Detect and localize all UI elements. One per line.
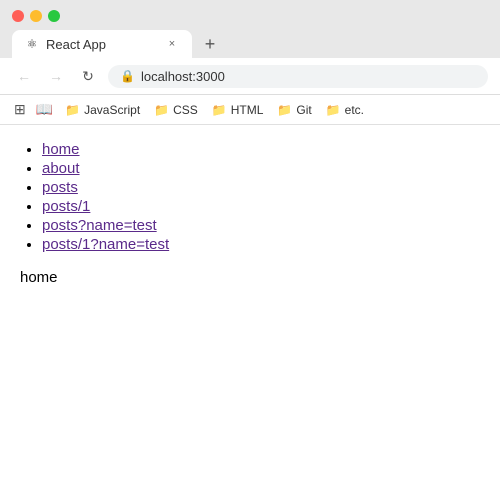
folder-icon: 📁 bbox=[277, 103, 292, 117]
tab-favicon: ⚛ bbox=[24, 36, 40, 52]
bookmark-label: Git bbox=[296, 103, 311, 117]
posts-1-link[interactable]: posts/1 bbox=[42, 198, 90, 215]
about-link[interactable]: about bbox=[42, 160, 80, 177]
bookmark-css[interactable]: 📁 CSS bbox=[148, 101, 204, 119]
active-tab[interactable]: ⚛ React App × bbox=[12, 30, 192, 58]
tab-close-button[interactable]: × bbox=[164, 36, 180, 52]
page-label: home bbox=[20, 269, 480, 286]
posts-query-link[interactable]: posts?name=test bbox=[42, 217, 157, 234]
tab-title: React App bbox=[46, 37, 158, 52]
reading-list-icon[interactable]: 📖 bbox=[32, 99, 57, 120]
lock-icon: 🔒 bbox=[120, 69, 135, 83]
bookmark-label: JavaScript bbox=[84, 103, 140, 117]
browser-window: ⚛ React App × + ← → ↻ 🔒 localhost:3000 ⊞… bbox=[0, 0, 500, 500]
back-button[interactable]: ← bbox=[12, 64, 36, 88]
title-bar: ⚛ React App × + bbox=[0, 0, 500, 58]
reload-button[interactable]: ↻ bbox=[76, 64, 100, 88]
address-bar[interactable]: 🔒 localhost:3000 bbox=[108, 65, 488, 88]
bookmark-git[interactable]: 📁 Git bbox=[271, 101, 317, 119]
bookmark-javascript[interactable]: 📁 JavaScript bbox=[59, 101, 146, 119]
minimize-button[interactable] bbox=[30, 10, 42, 22]
window-controls bbox=[12, 10, 488, 22]
address-text: localhost:3000 bbox=[141, 69, 225, 84]
bookmark-html[interactable]: 📁 HTML bbox=[206, 101, 270, 119]
maximize-button[interactable] bbox=[48, 10, 60, 22]
folder-icon: 📁 bbox=[326, 103, 341, 117]
home-link[interactable]: home bbox=[42, 141, 80, 158]
apps-icon[interactable]: ⊞ bbox=[10, 99, 30, 120]
folder-icon: 📁 bbox=[65, 103, 80, 117]
forward-button[interactable]: → bbox=[44, 64, 68, 88]
page-content: home about posts posts/1 posts?name=test post… bbox=[0, 125, 500, 500]
bookmarks-bar: ⊞ 📖 📁 JavaScript 📁 CSS 📁 HTML 📁 Git 📁 et… bbox=[0, 95, 500, 125]
posts-link[interactable]: posts bbox=[42, 179, 78, 196]
bookmark-label: HTML bbox=[231, 103, 264, 117]
new-tab-button[interactable]: + bbox=[196, 30, 224, 58]
folder-icon: 📁 bbox=[154, 103, 169, 117]
nav-link-list: home about posts posts/1 posts?name=test post… bbox=[20, 141, 480, 253]
bookmark-label: etc. bbox=[345, 103, 364, 117]
folder-icon: 📁 bbox=[212, 103, 227, 117]
tab-bar: ⚛ React App × + bbox=[12, 30, 488, 58]
close-button[interactable] bbox=[12, 10, 24, 22]
bookmark-label: CSS bbox=[173, 103, 198, 117]
posts-1-query-link[interactable]: posts/1?name=test bbox=[42, 236, 169, 253]
bookmark-etc[interactable]: 📁 etc. bbox=[320, 101, 370, 119]
browser-toolbar: ← → ↻ 🔒 localhost:3000 bbox=[0, 58, 500, 95]
